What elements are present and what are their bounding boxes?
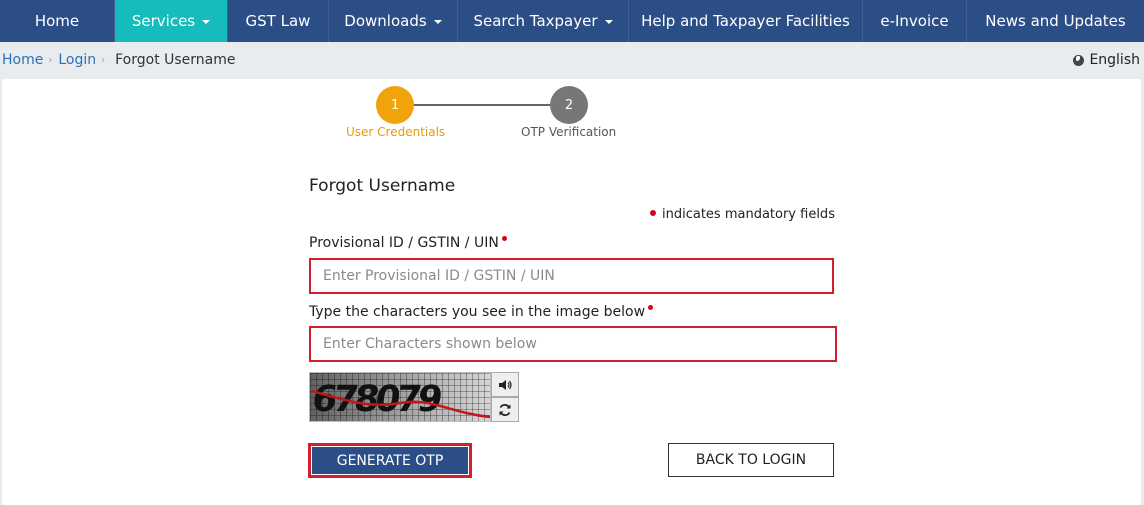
nav-downloads-label: Downloads [344,12,427,30]
nav-home[interactable]: Home [0,0,115,42]
captcha-text: 678079 [310,377,443,420]
nav-services[interactable]: Services [115,0,228,42]
refresh-icon [499,403,511,416]
nav-services-label: Services [131,12,196,30]
page-title: Forgot Username [309,176,456,196]
step-1-label: User Credentials [346,125,446,139]
captcha-input[interactable] [309,326,837,362]
nav-e-invoice[interactable]: e-Invoice [863,0,967,42]
id-field-label-text: Provisional ID / GSTIN / UIN [309,235,499,251]
back-to-login-label: BACK TO LOGIN [695,452,807,468]
step-2-label: OTP Verification [521,125,617,139]
breadcrumb-home[interactable]: Home [2,52,43,68]
nav-news-updates[interactable]: News and Updates [967,0,1144,42]
mandatory-note: indicates mandatory fields [650,207,835,222]
nav-downloads[interactable]: Downloads [329,0,458,42]
captcha-refresh-button[interactable] [491,397,519,422]
nav-search-taxpayer-label: Search Taxpayer [473,12,598,30]
chevron-down-icon [604,20,613,24]
back-to-login-button[interactable]: BACK TO LOGIN [668,443,834,477]
generate-otp-label: GENERATE OTP [336,452,444,469]
nav-e-invoice-label: e-Invoice [880,12,949,30]
breadcrumb-bar: Home › Login › Forgot Username English [0,42,1144,79]
nav-help-label: Help and Taxpayer Facilities [641,12,850,30]
globe-icon [1073,54,1085,66]
captcha-field-label-text: Type the characters you see in the image… [309,304,646,320]
chevron-right-icon: › [101,54,106,66]
breadcrumb-login[interactable]: Login [58,52,96,68]
step-1-indicator: 1 [376,86,414,124]
captcha-audio-button[interactable] [491,372,519,397]
generate-otp-button[interactable]: GENERATE OTP [308,443,472,478]
provisional-id-input[interactable] [309,258,834,294]
mandatory-note-text: indicates mandatory fields [662,207,835,222]
captcha-graphic: 678079 [310,373,490,421]
chevron-down-icon [433,20,442,24]
breadcrumb-current: Forgot Username [115,52,236,68]
nav-news-label: News and Updates [985,12,1126,30]
mandatory-dot-icon [501,236,507,241]
stepper-connector [413,104,550,106]
language-selector[interactable]: English [1073,52,1140,68]
step-1-number: 1 [390,97,400,113]
mandatory-dot-icon [648,305,654,310]
step-2-number: 2 [564,97,574,113]
speaker-icon [499,379,512,390]
breadcrumb: Home › Login › Forgot Username [2,52,236,68]
captcha-field-label: Type the characters you see in the image… [309,304,654,320]
chevron-down-icon [202,20,211,24]
top-navigation: Home Services GST Law Downloads Search T… [0,0,1144,42]
step-2-indicator: 2 [550,86,588,124]
captcha-image: 678079 [309,372,491,422]
chevron-right-icon: › [48,54,53,66]
nav-gst-law-label: GST Law [245,12,311,30]
nav-help-taxpayer-facilities[interactable]: Help and Taxpayer Facilities [629,0,863,42]
language-label: English [1089,52,1140,68]
nav-search-taxpayer[interactable]: Search Taxpayer [458,0,629,42]
id-field-label: Provisional ID / GSTIN / UIN [309,235,507,251]
mandatory-dot-icon [650,209,656,216]
nav-home-label: Home [34,12,80,30]
nav-gst-law[interactable]: GST Law [228,0,329,42]
